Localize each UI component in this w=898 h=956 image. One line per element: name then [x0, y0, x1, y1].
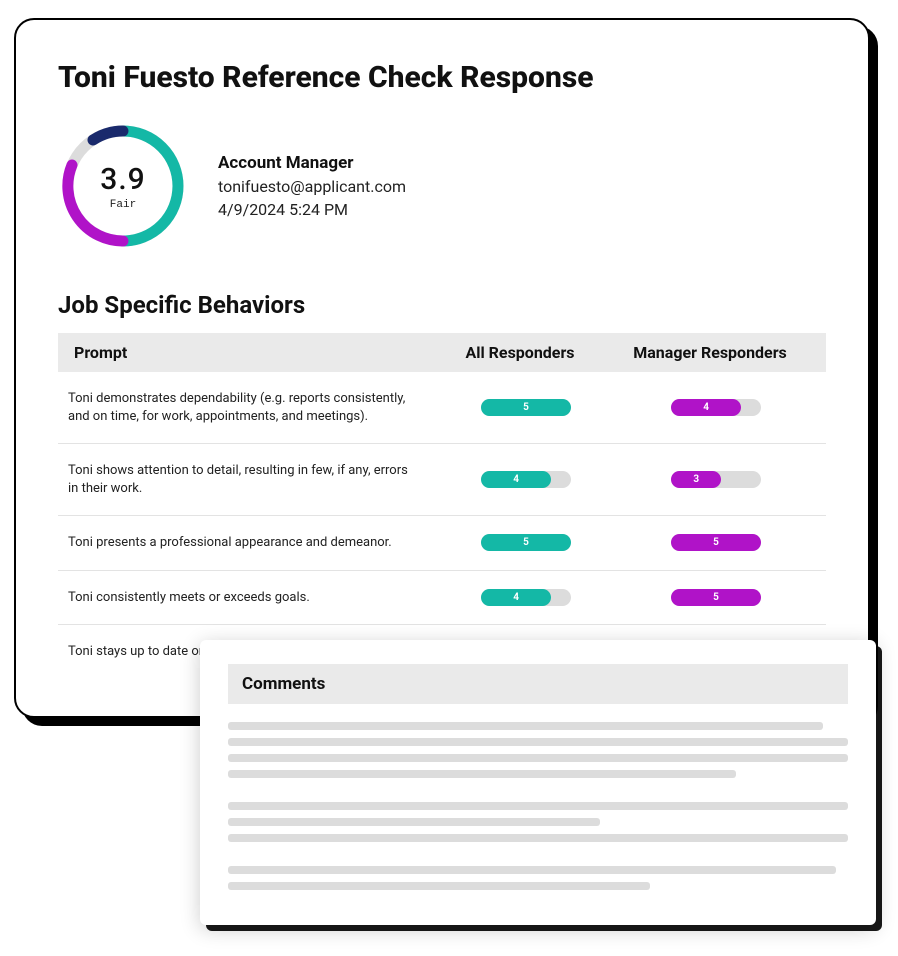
- table-header: Prompt All Responders Manager Responders: [58, 333, 826, 372]
- all-score: 5: [436, 399, 616, 416]
- col-header-prompt: Prompt: [74, 343, 430, 362]
- all-score: 4: [436, 471, 616, 488]
- mgr-score: 5: [616, 534, 816, 551]
- page-title: Toni Fuesto Reference Check Response: [58, 60, 826, 95]
- mgr-score: 5: [616, 589, 816, 606]
- applicant-role: Account Manager: [218, 153, 406, 173]
- col-header-mgr: Manager Responders: [610, 343, 810, 362]
- skeleton-line: [228, 722, 823, 730]
- skeleton-line: [228, 770, 736, 778]
- table-row: Toni shows attention to detail, resultin…: [58, 444, 826, 516]
- skeleton-line: [228, 882, 650, 890]
- prompt-text: Toni presents a professional appearance …: [68, 534, 436, 552]
- table-row: Toni presents a professional appearance …: [58, 516, 826, 571]
- score-value: 3.9: [100, 162, 145, 197]
- mgr-score: 4: [616, 399, 816, 416]
- pill-fill-mgr: 3: [671, 471, 721, 488]
- applicant-email: tonifuesto@applicant.com: [218, 177, 406, 196]
- skeleton-line: [228, 818, 600, 826]
- skeleton-line: [228, 754, 848, 762]
- summary-row: 3.9 Fair Account Manager tonifuesto@appl…: [58, 121, 826, 251]
- skeleton-line: [228, 802, 848, 810]
- pill-fill-all: 4: [481, 471, 551, 488]
- skeleton-line: [228, 738, 848, 746]
- table-row: Toni demonstrates dependability (e.g. re…: [58, 372, 826, 444]
- comment-skeleton: [228, 722, 848, 778]
- applicant-datetime: 4/9/2024 5:24 PM: [218, 200, 406, 219]
- pill-track: 5: [481, 534, 571, 551]
- all-score: 5: [436, 534, 616, 551]
- pill-track: 4: [671, 399, 761, 416]
- comments-header: Comments: [228, 664, 848, 704]
- skeleton-line: [228, 834, 848, 842]
- reference-report-card: Toni Fuesto Reference Check Response 3.9…: [14, 18, 870, 718]
- pill-track: 5: [671, 534, 761, 551]
- mgr-score: 3: [616, 471, 816, 488]
- section-title: Job Specific Behaviors: [58, 291, 826, 319]
- score-center: 3.9 Fair: [58, 121, 188, 251]
- pill-track: 3: [671, 471, 761, 488]
- score-label: Fair: [110, 199, 136, 211]
- pill-fill-mgr: 5: [671, 589, 761, 606]
- pill-fill-all: 5: [481, 534, 571, 551]
- col-header-all: All Responders: [430, 343, 610, 362]
- pill-track: 4: [481, 589, 571, 606]
- table-row: Toni consistently meets or exceeds goals…: [58, 571, 826, 626]
- comment-skeleton: [228, 866, 848, 890]
- applicant-info: Account Manager tonifuesto@applicant.com…: [218, 153, 406, 219]
- pill-track: 4: [481, 471, 571, 488]
- pill-fill-mgr: 5: [671, 534, 761, 551]
- all-score: 4: [436, 589, 616, 606]
- pill-fill-all: 4: [481, 589, 551, 606]
- pill-fill-mgr: 4: [671, 399, 741, 416]
- prompt-text: Toni demonstrates dependability (e.g. re…: [68, 390, 436, 425]
- pill-track: 5: [671, 589, 761, 606]
- prompt-text: Toni consistently meets or exceeds goals…: [68, 589, 436, 607]
- pill-fill-all: 5: [481, 399, 571, 416]
- pill-track: 5: [481, 399, 571, 416]
- prompt-text: Toni shows attention to detail, resultin…: [68, 462, 436, 497]
- score-ring: 3.9 Fair: [58, 121, 188, 251]
- comment-skeleton: [228, 802, 848, 842]
- comments-card: Comments: [200, 640, 876, 925]
- skeleton-line: [228, 866, 836, 874]
